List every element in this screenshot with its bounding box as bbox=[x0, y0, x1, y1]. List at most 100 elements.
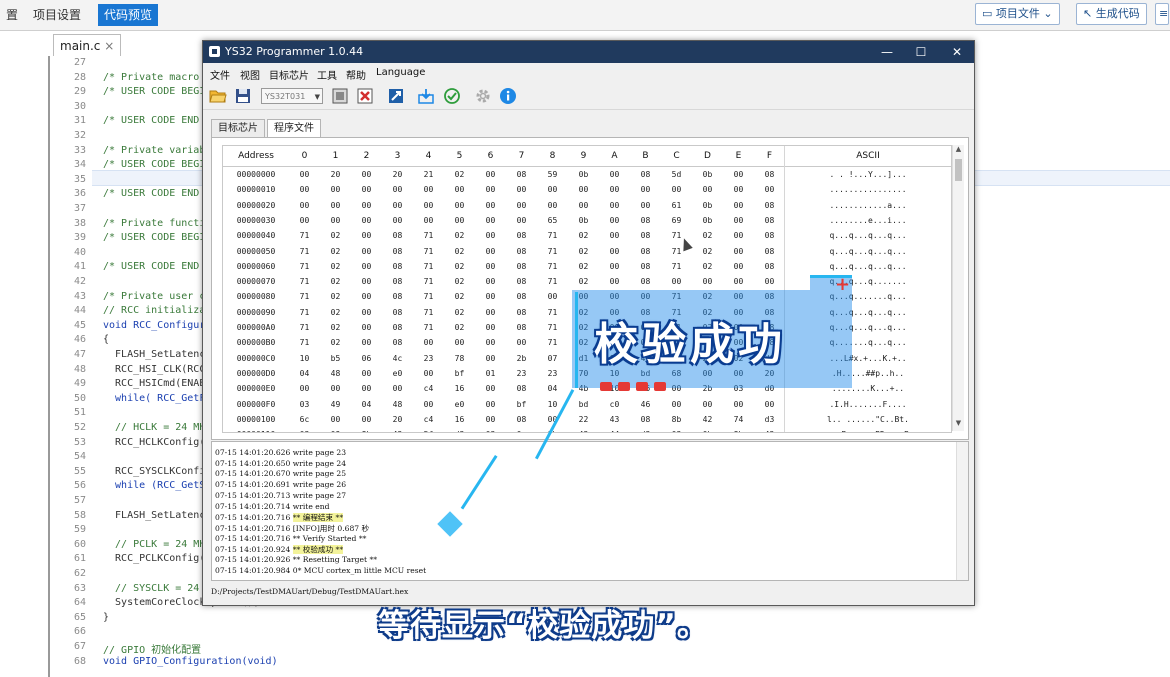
download-icon[interactable] bbox=[417, 87, 435, 105]
open-folder-icon[interactable] bbox=[209, 87, 227, 105]
hex-byte: 00 bbox=[764, 185, 775, 195]
hex-byte: 00 bbox=[330, 384, 341, 394]
ide-tab-code-preview[interactable]: 代码预览 bbox=[98, 4, 159, 26]
line-number: 32 bbox=[73, 130, 86, 141]
hex-byte: 02 bbox=[702, 261, 713, 271]
hex-byte: 23 bbox=[516, 368, 527, 378]
menu-tools[interactable]: 工具 bbox=[317, 67, 337, 82]
line-number: 27 bbox=[73, 57, 86, 68]
hex-byte: 71 bbox=[299, 246, 310, 256]
hex-byte: 02 bbox=[578, 261, 589, 271]
title-bar[interactable]: YS32 Programmer 1.0.44 — ☐ ✕ bbox=[203, 41, 974, 63]
code-line: // HCLK = 24 MH bbox=[103, 422, 206, 433]
program-icon[interactable] bbox=[387, 87, 405, 105]
hex-byte: c4 bbox=[423, 384, 434, 394]
hex-byte: 8b bbox=[723, 427, 754, 432]
hex-byte: 08 bbox=[392, 292, 403, 302]
hex-byte: 02 bbox=[330, 338, 341, 348]
hex-byte: 0b bbox=[578, 170, 589, 179]
hex-scrollbar[interactable]: ▲ ▼ bbox=[952, 145, 964, 431]
hex-address: 00000080 bbox=[236, 292, 276, 302]
line-number: 67 bbox=[73, 641, 86, 652]
hex-byte: 08 bbox=[516, 323, 527, 332]
ide-tab-project-settings[interactable]: 项目设置 bbox=[27, 4, 87, 26]
line-number: 39 bbox=[73, 232, 86, 244]
menu-language[interactable]: Language bbox=[376, 67, 425, 78]
code-line: // GPIO 初始化配置 bbox=[103, 645, 202, 656]
log-text: 07-15 14:01:20.926 ** Resetting Target *… bbox=[215, 555, 378, 564]
erase-icon[interactable] bbox=[356, 87, 374, 105]
close-button[interactable]: ✕ bbox=[943, 43, 971, 61]
hex-row[interactable]: 0000011003098b425fd3030a8b4244d3030b8b42… bbox=[223, 427, 951, 432]
hex-row[interactable]: 00000100 6c 00 00 20 c4 16 00 08 00 22 43 08 8b 42 74 d3… bbox=[223, 412, 951, 427]
log-panel: 07-15 14:01:20.626 write page 23 07-15 14… bbox=[211, 441, 969, 581]
hex-byte: e0 bbox=[454, 399, 465, 409]
scroll-up-icon[interactable]: ▲ bbox=[953, 145, 964, 156]
save-icon[interactable] bbox=[234, 87, 252, 105]
hex-byte: 03 bbox=[661, 427, 692, 432]
file-tab-main-c[interactable]: main.c × bbox=[53, 34, 122, 57]
project-files-button[interactable]: ▭ 项目文件 ⌄ bbox=[975, 3, 1060, 25]
log-line: 07-15 14:01:20.716 ** 编程结束 ** bbox=[215, 512, 344, 523]
hex-byte: 00 bbox=[392, 185, 403, 195]
hex-byte: 00 bbox=[361, 231, 372, 241]
scroll-thumb[interactable] bbox=[955, 159, 962, 181]
code-line: RCC_HCLKConfig( bbox=[103, 436, 206, 448]
hex-byte: 00 bbox=[330, 215, 341, 225]
hex-byte: 4c bbox=[392, 353, 403, 363]
line-number: 53 bbox=[73, 436, 86, 448]
hex-byte: 00 bbox=[485, 185, 496, 195]
menu-target-chip[interactable]: 目标芯片 bbox=[269, 67, 309, 82]
hex-byte: 0b bbox=[702, 200, 713, 210]
hex-row[interactable]: 00000000 00 20 00 20 21 02 00 08 59 0b 00 08 5d 0b 00 08… bbox=[223, 167, 951, 182]
hex-row[interactable]: 00000060 71 02 00 08 71 02 00 08 71 02 00 08 71 02 00 08… bbox=[223, 259, 951, 274]
read-chip-icon[interactable] bbox=[331, 87, 349, 105]
hex-byte: 08 bbox=[392, 277, 403, 287]
tab-program-file[interactable]: 程序文件 bbox=[267, 119, 321, 138]
code-line: // RCC initializa bbox=[103, 305, 206, 317]
hex-byte: 08 bbox=[516, 231, 527, 241]
hex-byte: d3 bbox=[630, 427, 661, 432]
ide-tab-partial[interactable]: 置 bbox=[0, 4, 24, 26]
chip-select[interactable]: YS32T031 ▼ bbox=[261, 88, 323, 104]
menu-help[interactable]: 帮助 bbox=[346, 67, 366, 82]
hex-row[interactable]: 000000F0 03 49 04 48 00 e0 00 bf 10 bd c0 46 00 00 00 00… bbox=[223, 397, 951, 412]
hex-byte: 0b bbox=[692, 427, 723, 432]
line-number: 60 bbox=[73, 538, 86, 550]
menu-file[interactable]: 文件 bbox=[210, 67, 230, 82]
hex-byte: 08 bbox=[516, 307, 527, 317]
menu-view[interactable]: 视图 bbox=[240, 67, 260, 82]
hex-row[interactable]: 00000050 71 02 00 08 71 02 00 08 71 02 00 08 71 02 00 08… bbox=[223, 244, 951, 259]
line-number: 56 bbox=[73, 480, 86, 492]
hex-row[interactable]: 00000040 71 02 00 08 71 02 00 08 71 02 00 08 71 02 00 08… bbox=[223, 228, 951, 243]
maximize-button[interactable]: ☐ bbox=[907, 43, 935, 61]
verify-icon[interactable] bbox=[443, 87, 461, 105]
window-title: YS32 Programmer 1.0.44 bbox=[225, 45, 364, 58]
more-button[interactable]: ≡ bbox=[1155, 3, 1169, 25]
code-line: /* USER CODE BEGI bbox=[103, 232, 206, 244]
settings-gear-icon[interactable] bbox=[474, 87, 492, 105]
hex-row[interactable]: 00000010 00 00 00 00 00 00 00 00 00 00 00 00 00 00 00 00… bbox=[223, 182, 951, 197]
hex-byte: 00 bbox=[485, 307, 496, 317]
hex-byte: 49 bbox=[330, 399, 341, 409]
log-scrollbar[interactable] bbox=[956, 442, 968, 580]
hex-byte: d3 bbox=[444, 427, 475, 432]
hex-byte: 00 bbox=[702, 399, 713, 409]
minimize-button[interactable]: — bbox=[873, 43, 901, 61]
hex-byte: 00 bbox=[423, 215, 434, 225]
hex-byte: 00 bbox=[733, 277, 744, 287]
generate-code-button[interactable]: ↖ 生成代码 bbox=[1076, 3, 1147, 25]
line-number: 43 bbox=[73, 290, 86, 302]
hex-row[interactable]: 00000020 00 00 00 00 00 00 00 00 00 00 00 00 61 0b 00 08… bbox=[223, 198, 951, 213]
hex-row[interactable]: 00000030 00 00 00 00 00 00 00 00 65 0b 00 08 69 0b 00 08… bbox=[223, 213, 951, 228]
code-line: RCC_HSICmd(ENAB bbox=[103, 378, 206, 390]
close-icon[interactable]: × bbox=[104, 39, 114, 53]
hex-byte: 00 bbox=[485, 399, 496, 409]
hex-byte: 6c bbox=[299, 414, 310, 424]
tab-target-chip[interactable]: 目标芯片 bbox=[211, 119, 265, 137]
hex-byte: 8b bbox=[351, 427, 382, 432]
info-icon[interactable] bbox=[499, 87, 517, 105]
hex-byte: 00 bbox=[361, 200, 372, 210]
hex-byte: 00 bbox=[423, 368, 434, 378]
scroll-down-icon[interactable]: ▼ bbox=[953, 419, 964, 430]
